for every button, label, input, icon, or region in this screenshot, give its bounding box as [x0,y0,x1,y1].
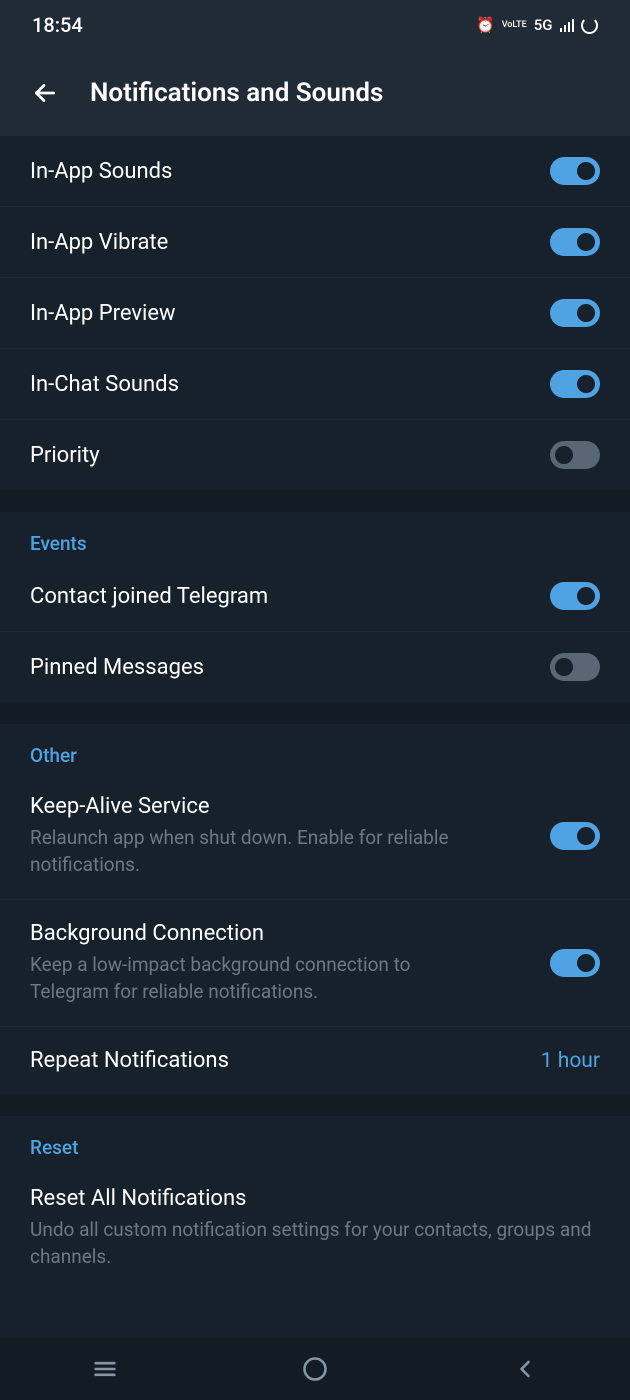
header: Notifications and Sounds [0,50,630,136]
row-label: In-App Vibrate [30,230,168,255]
row-value: 1 hour [541,1049,600,1073]
section-header-other: Other [0,724,630,773]
row-label: In-App Preview [30,301,176,326]
row-label: Keep-Alive Service [30,794,550,819]
alarm-icon: ⏰ [476,16,495,34]
section-header-events: Events [0,512,630,561]
row-in-app-sounds[interactable]: In-App Sounds [0,136,630,207]
arrow-left-icon [32,80,58,106]
toggle-pinned-messages[interactable] [550,653,600,681]
row-in-chat-sounds[interactable]: In-Chat Sounds [0,349,630,420]
nav-home-button[interactable] [301,1355,329,1383]
toggle-bg-connection[interactable] [550,949,600,977]
page-title: Notifications and Sounds [90,78,383,108]
nav-recents-button[interactable] [91,1355,119,1383]
row-label: In-Chat Sounds [30,372,179,397]
row-label: In-App Sounds [30,159,172,184]
status-right: ⏰ VoLTE 5G [476,16,598,34]
row-priority[interactable]: Priority [0,420,630,490]
toggle-in-app-preview[interactable] [550,299,600,327]
row-label: Repeat Notifications [30,1048,229,1073]
toggle-in-chat-sounds[interactable] [550,370,600,398]
status-time: 18:54 [32,13,83,37]
row-label: Priority [30,443,100,468]
row-pinned-messages[interactable]: Pinned Messages [0,632,630,702]
loading-spinner-icon [581,17,598,34]
toggle-contact-joined[interactable] [550,582,600,610]
row-contact-joined[interactable]: Contact joined Telegram [0,561,630,632]
network-label: 5G [534,16,553,34]
toggle-priority[interactable] [550,441,600,469]
section-header-reset: Reset [0,1116,630,1165]
section-gap [0,1094,630,1116]
row-label: Pinned Messages [30,655,204,680]
row-label: Background Connection [30,921,550,946]
menu-icon [91,1355,119,1383]
volte-icon: VoLTE [502,21,527,30]
toggle-keepalive[interactable] [550,822,600,850]
section-gap [0,490,630,512]
nav-back-button[interactable] [511,1355,539,1383]
section-gap [0,702,630,724]
circle-icon [301,1355,329,1383]
status-bar: 18:54 ⏰ VoLTE 5G [0,0,630,50]
row-keepalive[interactable]: Keep-Alive Service Relaunch app when shu… [0,773,630,900]
row-reset-all[interactable]: Reset All Notifications Undo all custom … [0,1165,630,1291]
row-sublabel: Undo all custom notification settings fo… [30,1217,600,1270]
row-sublabel: Relaunch app when shut down. Enable for … [30,825,550,878]
toggle-in-app-vibrate[interactable] [550,228,600,256]
row-label: Reset All Notifications [30,1186,600,1211]
toggle-in-app-sounds[interactable] [550,157,600,185]
row-bg-connection[interactable]: Background Connection Keep a low-impact … [0,900,630,1027]
content: In-App Sounds In-App Vibrate In-App Prev… [0,136,630,1292]
row-in-app-preview[interactable]: In-App Preview [0,278,630,349]
back-button[interactable] [20,68,70,118]
chevron-left-icon [511,1355,539,1383]
signal-icon [560,18,575,32]
row-label: Contact joined Telegram [30,584,268,609]
row-in-app-vibrate[interactable]: In-App Vibrate [0,207,630,278]
nav-bar [0,1338,630,1400]
row-repeat-notifications[interactable]: Repeat Notifications 1 hour [0,1027,630,1094]
row-sublabel: Keep a low-impact background connection … [30,952,550,1005]
